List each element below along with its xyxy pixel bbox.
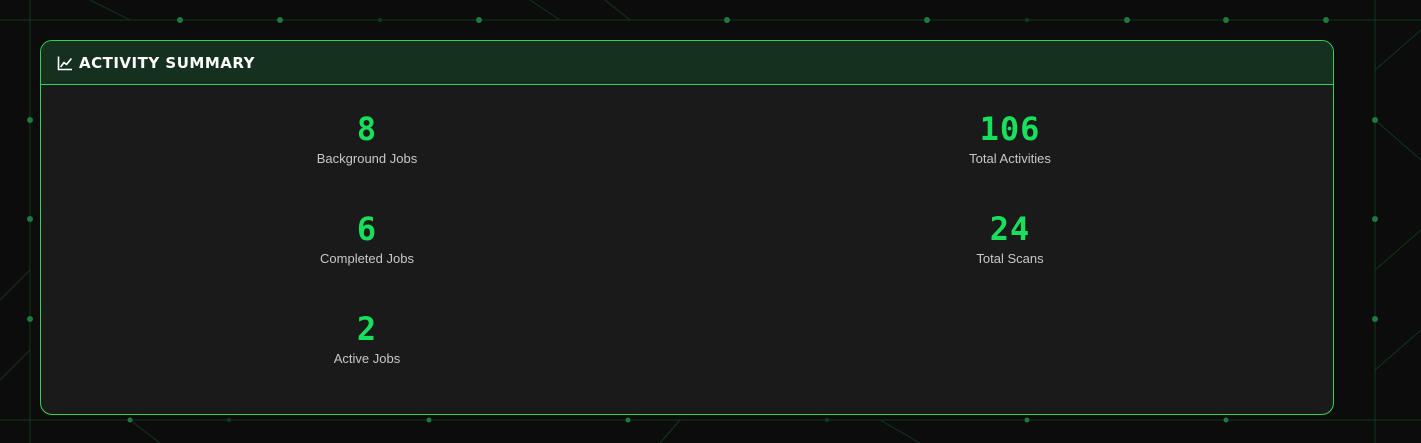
stat-label: Total Activities [969,151,1051,166]
stat-label: Background Jobs [316,151,418,166]
stat-label: Completed Jobs [320,251,414,266]
panel-header: Activity Summary [41,41,1333,85]
stat-label: Active Jobs [333,351,401,366]
stat-completed-jobs: 6 Completed Jobs [217,212,517,266]
stat-value: 2 [356,310,378,348]
activity-summary-panel: Activity Summary 8 Background Jobs 6 Com… [40,40,1334,415]
stat-value: 8 [356,110,378,148]
panel-title: Activity Summary [79,53,255,72]
stat-value: 6 [356,210,378,248]
stat-label: Total Scans [976,251,1044,266]
stat-value: 106 [979,110,1041,148]
stats-grid: 8 Background Jobs 6 Completed Jobs 2 Act… [41,85,1333,414]
stat-total-activities: 106 Total Activities [860,112,1160,166]
stat-background-jobs: 8 Background Jobs [217,112,517,166]
stat-total-scans: 24 Total Scans [860,212,1160,266]
stat-active-jobs: 2 Active Jobs [217,312,517,366]
stat-value: 24 [989,210,1031,248]
chart-line-icon [57,55,73,71]
